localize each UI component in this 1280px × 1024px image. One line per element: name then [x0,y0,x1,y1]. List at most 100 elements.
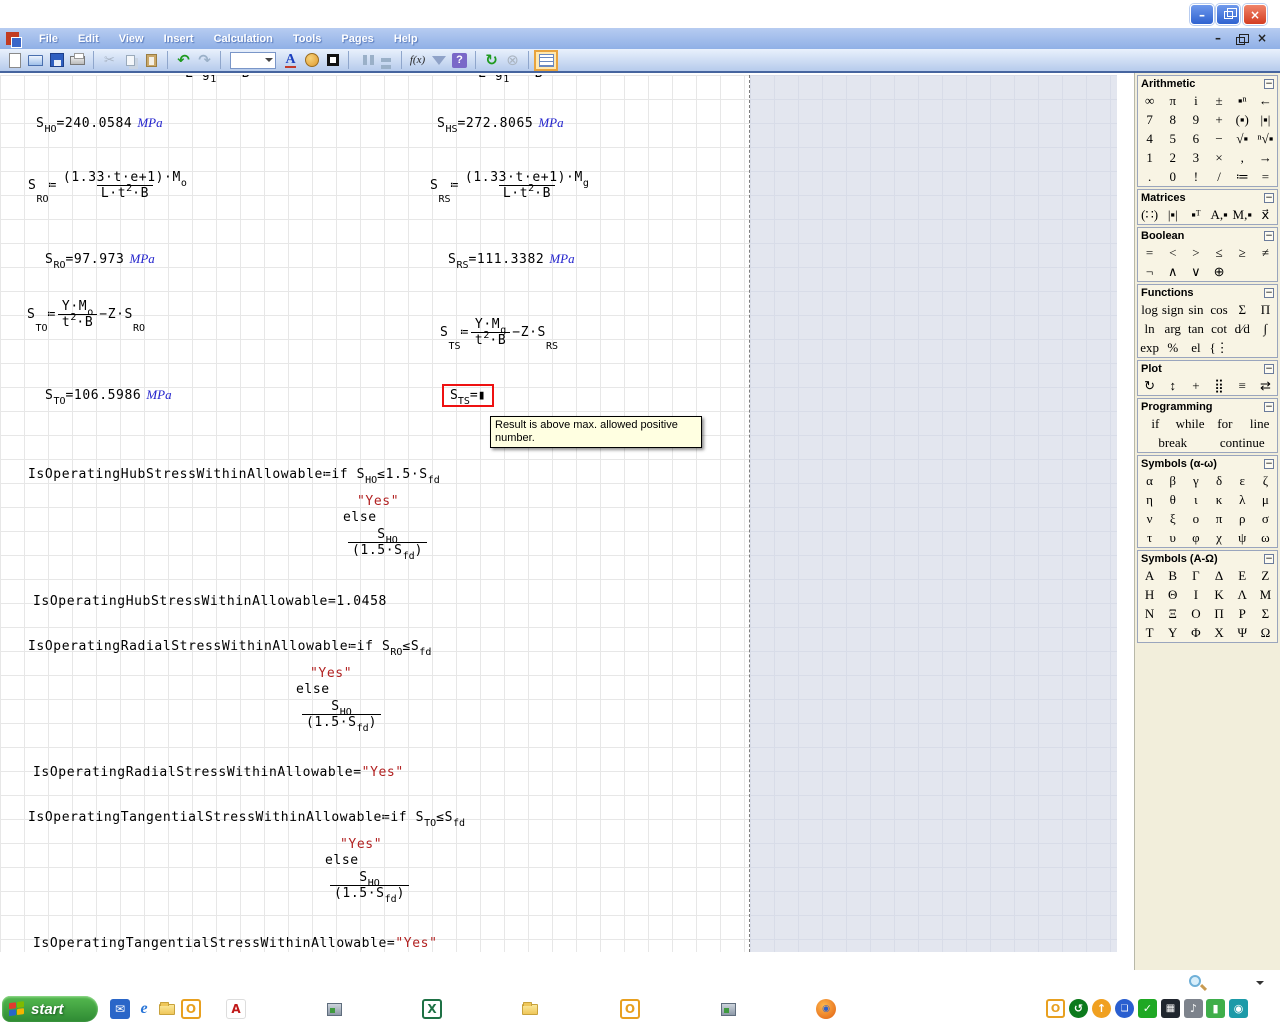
new-icon[interactable] [4,50,25,70]
palette-button[interactable]: Ρ [1231,606,1254,622]
palette-button[interactable]: ↻ [1138,378,1161,394]
palette-button[interactable]: Γ [1184,568,1207,584]
zoom-dropdown-icon[interactable] [1256,981,1264,989]
palette-button[interactable]: M,▪ [1231,207,1254,223]
palette-button[interactable]: cos [1207,302,1230,318]
region-border-icon[interactable] [322,50,343,70]
palette-button[interactable]: 7 [1138,112,1161,128]
folder-open-icon[interactable] [520,999,540,1019]
palette-button[interactable]: Χ [1207,625,1230,641]
menu-item[interactable]: View [109,30,154,48]
palette-button[interactable]: Σ [1231,302,1254,318]
palette-button[interactable]: Π [1254,302,1277,318]
palette-button[interactable]: ι [1184,492,1207,508]
palette-button[interactable]: x⃗ [1254,207,1277,223]
palette-button[interactable]: d⁄d [1231,321,1254,337]
palette-button[interactable]: ¬ [1138,264,1161,280]
palette-button[interactable]: Σ [1254,606,1277,622]
palette-button[interactable]: Υ [1161,625,1184,641]
palette-button[interactable]: Ι [1184,587,1207,603]
filter-icon[interactable] [428,50,449,70]
antivirus-icon[interactable]: ✓ [1138,999,1157,1018]
palette-header[interactable]: Symbols (α-ω)− [1138,456,1277,471]
palette-minimize-icon[interactable]: − [1264,79,1274,89]
palette-button[interactable]: χ [1207,530,1230,546]
palette-button[interactable]: break [1138,435,1208,451]
palette-button[interactable]: sin [1184,302,1207,318]
palette-button[interactable]: Τ [1138,625,1161,641]
math-ifblock-tangential[interactable]: IsOperatingTangentialStressWithinAllowab… [28,810,508,915]
math-ifblock-hub[interactable]: IsOperatingHubStressWithinAllowable≔if S… [28,467,508,572]
math-result-tangential[interactable]: IsOperatingTangentialStressWithinAllowab… [33,936,438,951]
palette-button[interactable]: Ψ [1231,625,1254,641]
palette-button[interactable]: ← [1254,93,1277,109]
palette-button[interactable]: Ν [1138,606,1161,622]
palette-button[interactable]: / [1207,169,1230,185]
palette-minimize-icon[interactable]: − [1264,231,1274,241]
palette-button[interactable]: + [1184,378,1207,394]
palette-header[interactable]: Programming− [1138,399,1277,414]
undo-icon[interactable]: ↶ [173,50,194,70]
palette-button[interactable]: γ [1184,473,1207,489]
display-icon[interactable]: ▦ [1161,999,1180,1018]
math-def-sto[interactable]: STO≔Y·Mot2·B−Z·SRO [27,299,145,330]
palette-button[interactable]: ↕ [1161,378,1184,394]
text-style-combo[interactable] [230,52,276,69]
palette-button[interactable]: > [1184,245,1207,261]
math-result-shs[interactable]: SHS=272.8065MPa [437,115,564,131]
palette-minimize-icon[interactable]: − [1264,459,1274,469]
palette-button[interactable]: → [1254,150,1277,166]
palette-button[interactable]: el [1184,340,1207,356]
outlook-tray-icon[interactable]: O [1046,999,1065,1018]
palette-button[interactable]: 9 [1184,112,1207,128]
palette-button[interactable]: % [1161,340,1184,356]
palette-button[interactable]: tan [1184,321,1207,337]
menu-item[interactable]: File [29,30,68,48]
palette-button[interactable]: log [1138,302,1161,318]
palette-button[interactable]: 4 [1138,131,1161,147]
open-icon[interactable] [25,50,46,70]
palette-button[interactable]: ρ [1231,511,1254,527]
math-def-srs[interactable]: SRS≔(1.33·t·e+1)·MgL·t2·B [430,170,595,201]
menu-item[interactable]: Calculation [204,30,283,48]
palette-button[interactable]: 0 [1161,169,1184,185]
palette-button[interactable]: ≠ [1254,245,1277,261]
palette-button[interactable]: ≤ [1207,245,1230,261]
palette-button[interactable]: α [1138,473,1161,489]
print-icon[interactable] [67,50,88,70]
palette-button[interactable]: ζ [1254,473,1277,489]
folder-icon[interactable] [157,999,177,1019]
paste-icon[interactable] [141,50,162,70]
palette-button[interactable]: ≡ [1231,378,1254,394]
palette-button[interactable]: (∷) [1138,207,1161,223]
child-restore-button[interactable] [1230,34,1250,48]
insert-function-icon[interactable]: f(x) [407,50,428,70]
math-ifblock-radial[interactable]: IsOperatingRadialStressWithinAllowable≔i… [28,639,508,744]
palette-button[interactable]: τ [1138,530,1161,546]
palette-button[interactable]: ▪ᵀ [1184,207,1207,223]
palette-button[interactable]: ∨ [1184,264,1207,280]
copy-icon[interactable] [120,50,141,70]
window-tray-icon[interactable]: ❏ [1115,999,1134,1018]
toggle-palettes-icon[interactable] [534,50,558,71]
palette-button[interactable]: for [1208,416,1243,432]
excel-icon[interactable]: X [422,999,442,1019]
math-result-sto[interactable]: STO=106.5986MPa [45,387,172,403]
palette-button[interactable]: |▪| [1254,112,1277,128]
palette-button[interactable]: × [1207,150,1230,166]
palette-minimize-icon[interactable]: − [1264,402,1274,412]
palette-button[interactable]: ο [1184,511,1207,527]
palette-button[interactable]: υ [1161,530,1184,546]
palette-header[interactable]: Symbols (A-Ω)− [1138,551,1277,566]
save-icon[interactable] [46,50,67,70]
palette-button[interactable]: A,▪ [1207,207,1230,223]
device-icon[interactable]: ▮ [1206,999,1225,1018]
palette-button[interactable]: cot [1207,321,1230,337]
font-color-icon[interactable]: A [280,50,301,70]
palette-button[interactable]: 5 [1161,131,1184,147]
outlook-icon[interactable]: O [620,999,640,1019]
math-def-sts[interactable]: STS≔Y·Mgt2·B−Z·SRS [440,317,558,348]
palette-button[interactable]: = [1254,169,1277,185]
calculate-icon[interactable]: ↻ [481,50,502,70]
palette-button[interactable]: + [1207,112,1230,128]
